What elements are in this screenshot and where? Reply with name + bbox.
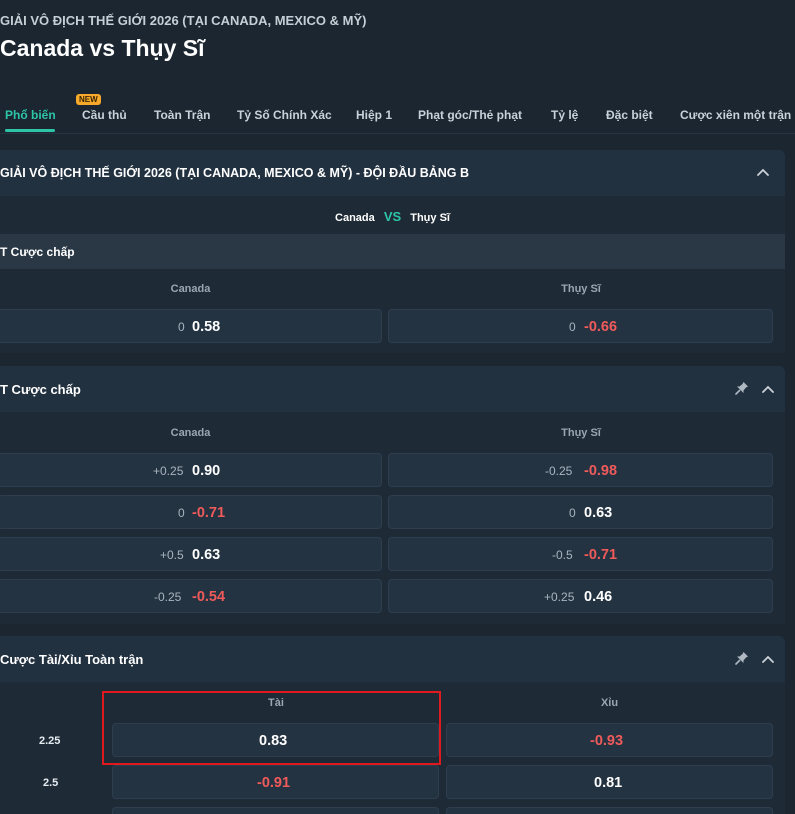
match-header: GIẢI VÔ ĐỊCH THẾ GIỚI 2026 (TẠI CANADA, …	[0, 0, 795, 90]
odds-button-away[interactable]: -0.5 -0.71	[388, 537, 773, 571]
odds-value: 0.90	[192, 463, 221, 479]
new-badge: NEW	[76, 94, 101, 105]
odds-button-under[interactable]	[446, 807, 773, 814]
odds-value: -0.66	[584, 319, 618, 335]
line-label: 2.25	[39, 735, 61, 747]
odds-value: 0.81	[594, 775, 623, 791]
odds-value: 0.63	[192, 547, 221, 563]
active-tab-indicator	[5, 129, 55, 132]
odds-value: -0.71	[584, 547, 618, 563]
tab-cau-thu[interactable]: Cầu thủ	[82, 108, 127, 122]
odds-value: -0.93	[590, 733, 624, 749]
odds-button-away[interactable]: 0 -0.66	[388, 309, 773, 343]
handicap-value: +0.25	[153, 464, 184, 478]
odds-button-away[interactable]: -0.25 -0.98	[388, 453, 773, 487]
handicap-value: -0.25	[154, 590, 182, 604]
odds-button-over[interactable]	[112, 807, 439, 814]
chevron-up-icon[interactable]	[761, 653, 775, 667]
col-label-home: Canada	[170, 283, 211, 295]
away-team-name: Thụy Sĩ	[410, 212, 450, 224]
odds-button-away[interactable]: 0 0.63	[388, 495, 773, 529]
odds-button-under[interactable]: -0.93	[446, 723, 773, 757]
overunder-section-header[interactable]: Cược Tài/Xỉu Toàn trận	[0, 636, 785, 682]
tab-ty-so-chinh-xac[interactable]: Tỷ Số Chính Xác	[237, 108, 332, 122]
odds-button-over[interactable]: -0.91	[112, 765, 439, 799]
home-team-name: Canada	[335, 212, 375, 224]
tab-hiep-1[interactable]: Hiệp 1	[356, 108, 392, 122]
market-subheader: T Cược chấp	[0, 234, 785, 269]
group-title: GIẢI VÔ ĐỊCH THẾ GIỚI 2026 (TẠI CANADA, …	[0, 166, 470, 180]
odds-button-under[interactable]: 0.81	[446, 765, 773, 799]
odds-value: 0.63	[584, 505, 613, 521]
pin-icon[interactable]	[735, 651, 749, 665]
odds-value: -0.98	[584, 463, 618, 479]
market-tabs: Phổ biến NEW Cầu thủ Toàn Trận Tỷ Số Chí…	[0, 94, 795, 134]
match-title: Canada vs Thụy Sĩ	[0, 35, 205, 61]
handicap-value: -0.25	[545, 464, 573, 478]
league-title: GIẢI VÔ ĐỊCH THẾ GIỚI 2026 (TẠI CANADA, …	[0, 13, 367, 28]
tab-dac-biet[interactable]: Đặc biệt	[606, 108, 653, 122]
odds-button-home[interactable]: -0.25 -0.54	[0, 579, 382, 613]
tab-toan-tran[interactable]: Toàn Trận	[154, 108, 210, 122]
odds-button-home[interactable]: 0 -0.71	[0, 495, 382, 529]
odds-value: 0.46	[584, 589, 613, 605]
tab-ty-le[interactable]: Tỷ lệ	[551, 108, 578, 122]
selection-highlight	[102, 691, 441, 765]
handicap-value: 0	[569, 506, 576, 520]
odds-value: 0.58	[192, 319, 221, 335]
tab-pho-bien[interactable]: Phổ biến	[5, 108, 56, 122]
handicap-value: 0	[178, 506, 185, 520]
group-section-header[interactable]: GIẢI VÔ ĐỊCH THẾ GIỚI 2026 (TẠI CANADA, …	[0, 150, 785, 196]
handicap-title: T Cược chấp	[0, 382, 81, 397]
line-label: 2.5	[43, 777, 59, 789]
handicap-section-header[interactable]: T Cược chấp	[0, 366, 785, 412]
odds-button-away[interactable]: +0.25 0.46	[388, 579, 773, 613]
chevron-up-icon[interactable]	[756, 166, 770, 180]
tab-cuoc-xien[interactable]: Cược xiên một trận	[680, 108, 791, 122]
handicap-value: +0.5	[160, 548, 184, 562]
matchup-bar: Canada VS Thụy Sĩ	[0, 196, 785, 234]
market-label: T Cược chấp	[0, 245, 75, 259]
chevron-up-icon[interactable]	[761, 383, 775, 397]
odds-button-home[interactable]: 0 0.58	[0, 309, 382, 343]
odds-button-home[interactable]: +0.5 0.63	[0, 537, 382, 571]
tab-phat-goc[interactable]: Phạt góc/Thẻ phạt	[418, 108, 522, 122]
col-label-away: Thụy Sĩ	[561, 427, 601, 439]
handicap-value: +0.25	[544, 590, 575, 604]
handicap-odds-panel: Canada Thụy Sĩ +0.25 0.90 -0.25 -0.98 0 …	[0, 412, 785, 624]
vs-label: VS	[383, 209, 402, 224]
odds-value: -0.54	[192, 589, 226, 605]
odds-button-home[interactable]: +0.25 0.90	[0, 453, 382, 487]
pin-icon[interactable]	[735, 381, 749, 395]
handicap-value: 0	[569, 320, 576, 334]
col-label-under: Xỉu	[600, 697, 619, 709]
handicap-value: -0.5	[552, 548, 573, 562]
odds-value: -0.91	[257, 775, 291, 791]
overunder-title: Cược Tài/Xỉu Toàn trận	[0, 652, 144, 667]
group-odds-panel: Canada Thụy Sĩ 0 0.58 0 -0.66	[0, 269, 785, 353]
handicap-value: 0	[178, 320, 185, 334]
col-label-home: Canada	[170, 427, 211, 439]
tabs-divider	[0, 133, 795, 134]
col-label-away: Thụy Sĩ	[561, 283, 601, 295]
odds-value: -0.71	[192, 505, 226, 521]
